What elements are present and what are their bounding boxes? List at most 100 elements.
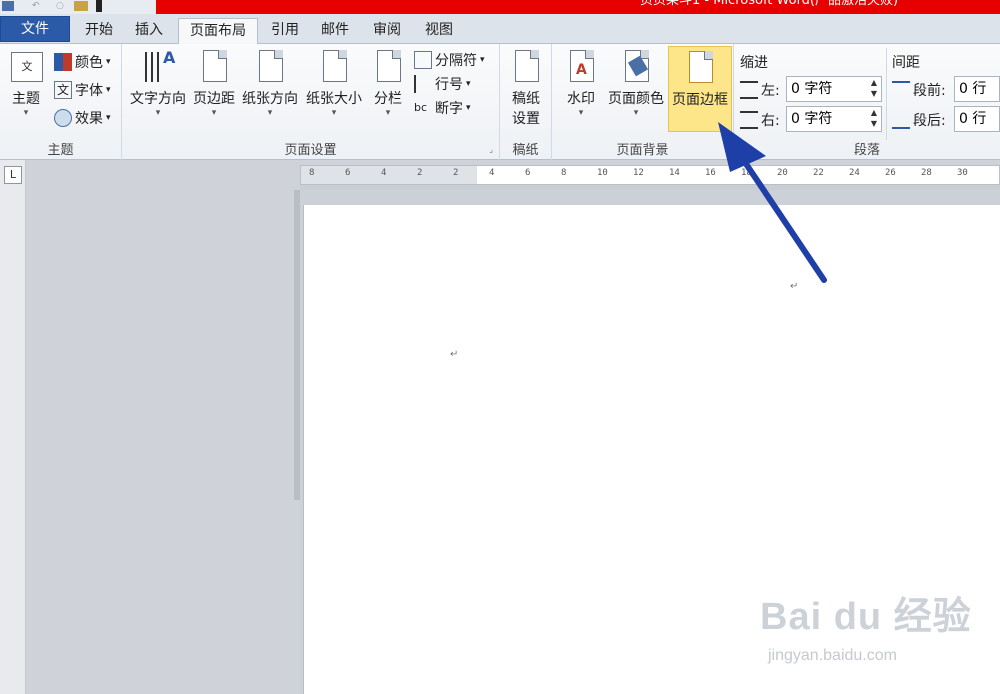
word-window: ↶ ○ 页页某斗1 - Microsoft Word(产品激活失败) 文件 开始… [0, 0, 1000, 694]
tab-mailings[interactable]: 邮件 [314, 18, 356, 44]
page-borders-button[interactable]: 页面边框 [668, 46, 732, 132]
watermark-button[interactable]: A 水印 ▾ [558, 48, 604, 118]
customize-dropdown-icon[interactable] [96, 0, 102, 12]
theme-fonts-label: 字体 [75, 83, 103, 99]
chevron-down-icon: ▾ [466, 79, 471, 89]
ruler-number: 4 [489, 168, 495, 178]
title-bar: ↶ ○ 页页某斗1 - Microsoft Word(产品激活失败) [0, 0, 1000, 14]
hyphenation-icon: bc [414, 101, 428, 114]
left-gray-area [0, 160, 300, 694]
baidu-watermark: Bai du 经验 jingyan.baidu.com [760, 585, 1000, 685]
chevron-down-icon: ▾ [211, 108, 217, 118]
ruler-number: 18 [741, 168, 752, 178]
chevron-down-icon: ▾ [578, 108, 584, 118]
size-button[interactable]: 纸张大小 ▾ [302, 48, 366, 118]
indent-right-input[interactable]: 0 字符 ▲ ▼ [786, 106, 882, 132]
paper-size-icon [317, 48, 351, 86]
tab-page-layout[interactable]: 页面布局 [178, 18, 258, 46]
chevron-down-icon: ▾ [331, 108, 337, 118]
page-color-label: 页面颜色 [608, 91, 664, 107]
tab-home[interactable]: 开始 [78, 18, 120, 44]
ruler-number: 12 [633, 168, 644, 178]
group-theme: 文 主题 ▾ 颜色 ▾ 文 字体 ▾ 效果 ▾ 主题 [0, 44, 122, 160]
ruler-number: 2 [453, 168, 459, 178]
orientation-button[interactable]: 纸张方向 ▾ [238, 48, 302, 118]
text-direction-label: 文字方向 [130, 91, 186, 107]
manuscript-label-line1: 稿纸 [512, 91, 540, 107]
theme-effects-button[interactable]: 效果 ▾ [54, 108, 111, 128]
hyphenation-button[interactable]: bc 断字 ▾ [414, 98, 471, 118]
tab-file[interactable]: 文件 [0, 16, 70, 42]
group-label-page-background: 页面背景 [616, 143, 669, 158]
spacing-after-label: 段后: [913, 113, 946, 129]
group-label-paragraph: 段落 [853, 143, 880, 158]
themes-button[interactable]: 文 主题 ▾ [4, 48, 48, 118]
tab-references[interactable]: 引用 [264, 18, 306, 44]
margins-button[interactable]: 页边距 ▾ [190, 48, 238, 118]
manuscript-settings-button[interactable]: 稿纸 设置 [504, 48, 548, 128]
ruler-number: 30 [957, 168, 968, 178]
group-manuscript: 稿纸 设置 稿纸 [500, 44, 552, 160]
ruler-number: 28 [921, 168, 932, 178]
breaks-button[interactable]: 分隔符 ▾ [414, 50, 485, 70]
indent-left-input[interactable]: 0 字符 ▲ ▼ [786, 76, 882, 102]
theme-colors-button[interactable]: 颜色 ▾ [54, 52, 111, 72]
chevron-down-icon: ▾ [106, 85, 111, 95]
tab-review[interactable]: 审阅 [366, 18, 408, 44]
spacing-title: 间距 [892, 55, 920, 71]
indent-title: 缩进 [740, 55, 768, 71]
margins-label: 页边距 [193, 91, 235, 107]
undo-icon[interactable]: ↶ [32, 1, 42, 11]
ruler-number: 14 [669, 168, 680, 178]
manuscript-label-line2: 设置 [512, 111, 540, 127]
theme-effects-label: 效果 [75, 111, 103, 127]
tab-view[interactable]: 视图 [418, 18, 460, 44]
spacing-before-value: 0 行 [959, 81, 987, 97]
columns-icon [371, 48, 405, 86]
paint-bucket-icon [619, 48, 653, 86]
text-direction-icon: A [141, 48, 175, 86]
indent-left-value: 0 字符 [791, 81, 833, 97]
group-label-manuscript: 稿纸 [512, 143, 539, 158]
ruler-number: 10 [597, 168, 608, 178]
theme-colors-label: 颜色 [75, 55, 103, 71]
watermark-label: 水印 [567, 91, 595, 107]
spacing-before-label: 段前: [913, 83, 946, 99]
group-page-setup: A 文字方向 ▾ 页边距 ▾ 纸张方向 ▾ 纸张大小 ▾ 分栏 ▾ 分隔符 ▾ … [122, 44, 500, 160]
chevron-down-icon: ▾ [480, 55, 485, 65]
breaks-label: 分隔符 [435, 53, 477, 69]
spinner-icon[interactable]: ▲ ▼ [867, 107, 881, 131]
spacing-before-input[interactable]: 0 行 [954, 76, 1000, 102]
indent-right-row: 右: [740, 110, 780, 130]
spinner-icon[interactable]: ▲ ▼ [867, 77, 881, 101]
line-numbers-button[interactable]: 行号 ▾ [414, 74, 471, 94]
ribbon: 文 主题 ▾ 颜色 ▾ 文 字体 ▾ 效果 ▾ 主题 A 文字方向 ▾ 页边距 … [0, 44, 1000, 160]
spacing-after-row: 段后: [892, 110, 946, 130]
tab-selector[interactable]: L [4, 166, 22, 184]
columns-button[interactable]: 分栏 ▾ [366, 48, 410, 118]
redo-icon[interactable]: ○ [56, 1, 68, 11]
scroll-indicator[interactable] [294, 190, 300, 500]
chevron-down-icon: ▾ [267, 108, 273, 118]
ruler-number: 4 [381, 168, 387, 178]
columns-label: 分栏 [374, 91, 402, 107]
orientation-icon [253, 48, 287, 86]
tab-insert[interactable]: 插入 [128, 18, 170, 44]
theme-fonts-button[interactable]: 文 字体 ▾ [54, 80, 111, 100]
indent-left-row: 左: [740, 80, 780, 100]
paragraph-divider [886, 48, 887, 140]
dialog-launcher-icon[interactable]: ⌟ [489, 145, 493, 154]
save-icon[interactable] [2, 1, 14, 11]
font-icon: 文 [54, 81, 72, 99]
page-color-button[interactable]: 页面颜色 ▾ [606, 48, 666, 118]
paragraph-mark: ↵ [450, 349, 459, 360]
ruler-number: 20 [777, 168, 788, 178]
horizontal-ruler[interactable]: 8 6 4 2 2 4 6 8 10 12 14 16 18 20 22 24 26 28 30 [300, 165, 1000, 185]
manuscript-icon [509, 48, 543, 86]
spacing-after-input[interactable]: 0 行 [954, 106, 1000, 132]
ruler-margin-left [301, 166, 477, 184]
spacing-before-row: 段前: [892, 80, 946, 100]
quick-print-icon[interactable] [74, 1, 88, 11]
ruler-number: 16 [705, 168, 716, 178]
text-direction-button[interactable]: A 文字方向 ▾ [126, 48, 190, 118]
